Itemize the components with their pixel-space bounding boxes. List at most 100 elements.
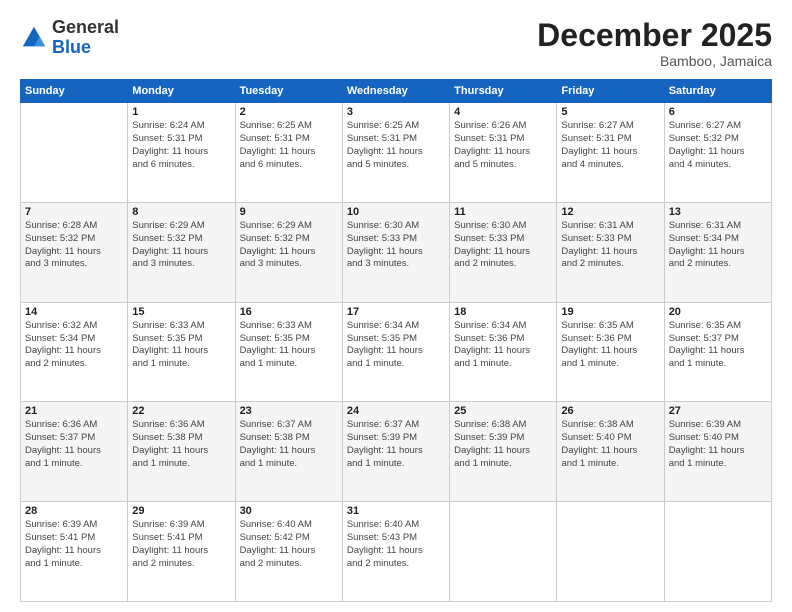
table-row: 17 Sunrise: 6:34 AM Sunset: 5:35 PM Dayli… <box>342 302 449 402</box>
day-info: Sunrise: 6:30 AM Sunset: 5:33 PM Dayligh… <box>454 220 552 271</box>
day-number: 31 <box>347 505 445 517</box>
day-number: 1 <box>132 106 230 118</box>
day-info: Sunrise: 6:32 AM Sunset: 5:34 PM Dayligh… <box>25 320 123 371</box>
day-number: 19 <box>561 306 659 318</box>
day-number: 15 <box>132 306 230 318</box>
table-row <box>557 502 664 602</box>
day-info: Sunrise: 6:31 AM Sunset: 5:34 PM Dayligh… <box>669 220 767 271</box>
day-info: Sunrise: 6:35 AM Sunset: 5:37 PM Dayligh… <box>669 320 767 371</box>
day-info: Sunrise: 6:40 AM Sunset: 5:42 PM Dayligh… <box>240 519 338 570</box>
day-info: Sunrise: 6:38 AM Sunset: 5:39 PM Dayligh… <box>454 419 552 470</box>
table-row: 24 Sunrise: 6:37 AM Sunset: 5:39 PM Dayli… <box>342 402 449 502</box>
day-info: Sunrise: 6:39 AM Sunset: 5:41 PM Dayligh… <box>132 519 230 570</box>
day-info: Sunrise: 6:31 AM Sunset: 5:33 PM Dayligh… <box>561 220 659 271</box>
table-row: 21 Sunrise: 6:36 AM Sunset: 5:37 PM Dayli… <box>21 402 128 502</box>
table-row: 13 Sunrise: 6:31 AM Sunset: 5:34 PM Dayli… <box>664 202 771 302</box>
col-tuesday: Tuesday <box>235 80 342 103</box>
table-row: 16 Sunrise: 6:33 AM Sunset: 5:35 PM Dayli… <box>235 302 342 402</box>
day-number: 16 <box>240 306 338 318</box>
location: Bamboo, Jamaica <box>537 53 772 69</box>
day-info: Sunrise: 6:34 AM Sunset: 5:36 PM Dayligh… <box>454 320 552 371</box>
day-number: 8 <box>132 206 230 218</box>
day-number: 3 <box>347 106 445 118</box>
header: General Blue December 2025 Bamboo, Jamai… <box>20 18 772 69</box>
table-row: 28 Sunrise: 6:39 AM Sunset: 5:41 PM Dayli… <box>21 502 128 602</box>
logo-general-text: General <box>52 17 119 37</box>
table-row: 7 Sunrise: 6:28 AM Sunset: 5:32 PM Daylig… <box>21 202 128 302</box>
day-info: Sunrise: 6:40 AM Sunset: 5:43 PM Dayligh… <box>347 519 445 570</box>
table-row <box>450 502 557 602</box>
day-info: Sunrise: 6:25 AM Sunset: 5:31 PM Dayligh… <box>240 120 338 171</box>
day-number: 24 <box>347 405 445 417</box>
table-row: 27Sunrise: 6:39 AM Sunset: 5:40 PM Dayli… <box>664 402 771 502</box>
table-row: 25 Sunrise: 6:38 AM Sunset: 5:39 PM Dayli… <box>450 402 557 502</box>
day-info: Sunrise: 6:39 AM Sunset: 5:40 PM Dayligh… <box>669 419 767 470</box>
table-row: 14Sunrise: 6:32 AM Sunset: 5:34 PM Dayli… <box>21 302 128 402</box>
day-info: Sunrise: 6:34 AM Sunset: 5:35 PM Dayligh… <box>347 320 445 371</box>
table-row: 19 Sunrise: 6:35 AM Sunset: 5:36 PM Dayli… <box>557 302 664 402</box>
day-info: Sunrise: 6:29 AM Sunset: 5:32 PM Dayligh… <box>240 220 338 271</box>
day-number: 4 <box>454 106 552 118</box>
table-row: 8 Sunrise: 6:29 AM Sunset: 5:32 PM Daylig… <box>128 202 235 302</box>
day-info: Sunrise: 6:26 AM Sunset: 5:31 PM Dayligh… <box>454 120 552 171</box>
day-number: 30 <box>240 505 338 517</box>
day-info: Sunrise: 6:37 AM Sunset: 5:38 PM Dayligh… <box>240 419 338 470</box>
col-wednesday: Wednesday <box>342 80 449 103</box>
day-info: Sunrise: 6:24 AM Sunset: 5:31 PM Dayligh… <box>132 120 230 171</box>
table-row: 11 Sunrise: 6:30 AM Sunset: 5:33 PM Dayli… <box>450 202 557 302</box>
day-number: 17 <box>347 306 445 318</box>
day-number: 11 <box>454 206 552 218</box>
day-number: 25 <box>454 405 552 417</box>
day-number: 29 <box>132 505 230 517</box>
day-info: Sunrise: 6:29 AM Sunset: 5:32 PM Dayligh… <box>132 220 230 271</box>
day-number: 10 <box>347 206 445 218</box>
day-number: 13 <box>669 206 767 218</box>
table-row: 29 Sunrise: 6:39 AM Sunset: 5:41 PM Dayli… <box>128 502 235 602</box>
table-row: 20Sunrise: 6:35 AM Sunset: 5:37 PM Dayli… <box>664 302 771 402</box>
day-info: Sunrise: 6:33 AM Sunset: 5:35 PM Dayligh… <box>240 320 338 371</box>
day-number: 21 <box>25 405 123 417</box>
day-number: 28 <box>25 505 123 517</box>
table-row: 15 Sunrise: 6:33 AM Sunset: 5:35 PM Dayli… <box>128 302 235 402</box>
day-number: 7 <box>25 206 123 218</box>
calendar-header-row: Sunday Monday Tuesday Wednesday Thursday… <box>21 80 772 103</box>
day-number: 6 <box>669 106 767 118</box>
logo: General Blue <box>20 18 119 58</box>
table-row: 31 Sunrise: 6:40 AM Sunset: 5:43 PM Dayli… <box>342 502 449 602</box>
table-row: 2 Sunrise: 6:25 AM Sunset: 5:31 PM Daylig… <box>235 103 342 203</box>
day-number: 5 <box>561 106 659 118</box>
logo-icon <box>20 24 48 52</box>
month-title: December 2025 <box>537 18 772 53</box>
day-number: 2 <box>240 106 338 118</box>
table-row: 4 Sunrise: 6:26 AM Sunset: 5:31 PM Daylig… <box>450 103 557 203</box>
logo-blue-text: Blue <box>52 37 91 57</box>
calendar: Sunday Monday Tuesday Wednesday Thursday… <box>20 79 772 602</box>
page: General Blue December 2025 Bamboo, Jamai… <box>0 0 792 612</box>
day-info: Sunrise: 6:28 AM Sunset: 5:32 PM Dayligh… <box>25 220 123 271</box>
table-row: 5 Sunrise: 6:27 AM Sunset: 5:31 PM Daylig… <box>557 103 664 203</box>
day-info: Sunrise: 6:39 AM Sunset: 5:41 PM Dayligh… <box>25 519 123 570</box>
day-info: Sunrise: 6:25 AM Sunset: 5:31 PM Dayligh… <box>347 120 445 171</box>
table-row: 3 Sunrise: 6:25 AM Sunset: 5:31 PM Daylig… <box>342 103 449 203</box>
day-number: 12 <box>561 206 659 218</box>
col-friday: Friday <box>557 80 664 103</box>
day-info: Sunrise: 6:35 AM Sunset: 5:36 PM Dayligh… <box>561 320 659 371</box>
day-number: 26 <box>561 405 659 417</box>
table-row: 23 Sunrise: 6:37 AM Sunset: 5:38 PM Dayli… <box>235 402 342 502</box>
col-monday: Monday <box>128 80 235 103</box>
day-info: Sunrise: 6:38 AM Sunset: 5:40 PM Dayligh… <box>561 419 659 470</box>
table-row <box>664 502 771 602</box>
day-info: Sunrise: 6:36 AM Sunset: 5:37 PM Dayligh… <box>25 419 123 470</box>
table-row: 22 Sunrise: 6:36 AM Sunset: 5:38 PM Dayli… <box>128 402 235 502</box>
table-row <box>21 103 128 203</box>
day-info: Sunrise: 6:37 AM Sunset: 5:39 PM Dayligh… <box>347 419 445 470</box>
table-row: 10Sunrise: 6:30 AM Sunset: 5:33 PM Dayli… <box>342 202 449 302</box>
day-number: 22 <box>132 405 230 417</box>
day-info: Sunrise: 6:27 AM Sunset: 5:31 PM Dayligh… <box>561 120 659 171</box>
day-info: Sunrise: 6:36 AM Sunset: 5:38 PM Dayligh… <box>132 419 230 470</box>
day-number: 23 <box>240 405 338 417</box>
title-area: December 2025 Bamboo, Jamaica <box>537 18 772 69</box>
table-row: 9Sunrise: 6:29 AM Sunset: 5:32 PM Daylig… <box>235 202 342 302</box>
table-row: 18Sunrise: 6:34 AM Sunset: 5:36 PM Dayli… <box>450 302 557 402</box>
day-info: Sunrise: 6:33 AM Sunset: 5:35 PM Dayligh… <box>132 320 230 371</box>
